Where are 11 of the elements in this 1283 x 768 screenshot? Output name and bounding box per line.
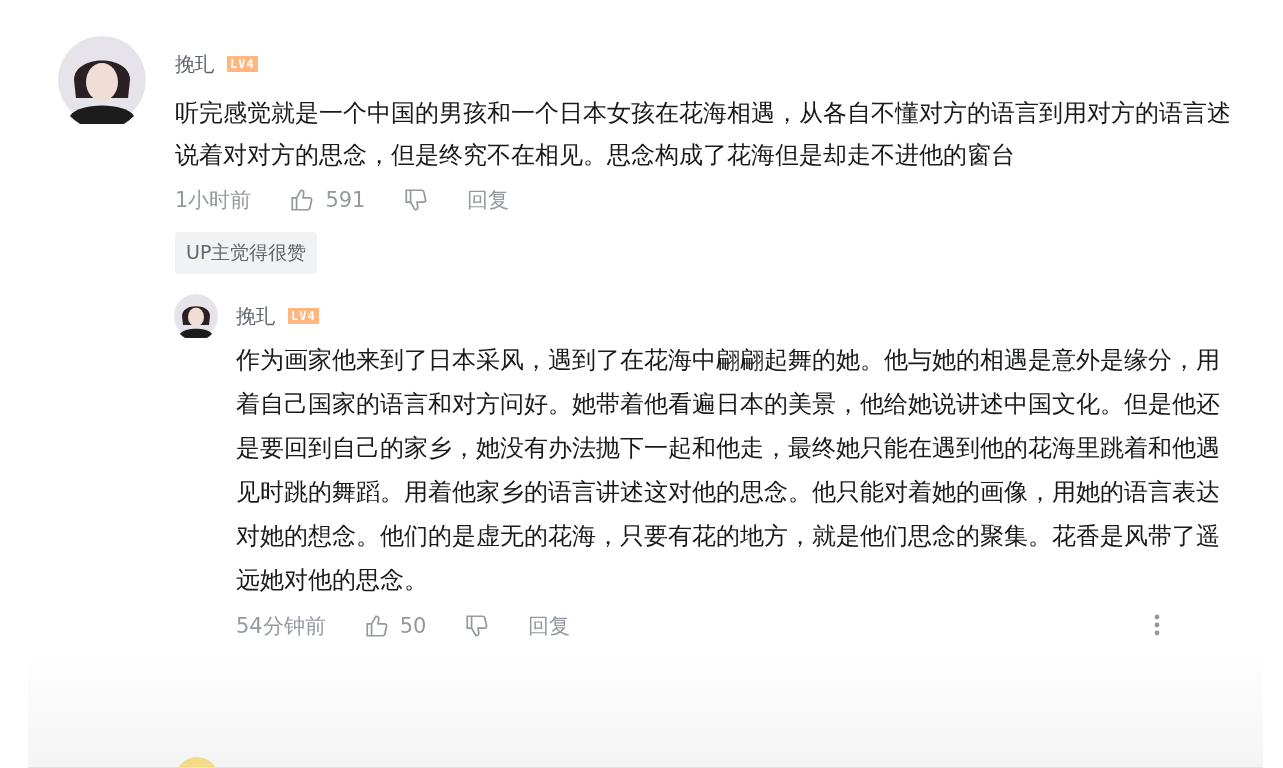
username[interactable]: 挽玌 [175, 50, 215, 78]
like-count: 591 [325, 188, 366, 212]
comment-text: 听完感觉就是一个中国的男孩和一个日本女孩在花海相遇，从各自不懂对方的语言到用对方的语言述说着对对方的思念，但是终究不在相见。思念构成了花海但是却走不进他的窗台 [175, 98, 1232, 171]
up-liked-tag: UP主觉得很赞 [175, 232, 318, 274]
reply-text: 作为画家他来到了日本采风，遇到了在花海中翩翩起舞的她。他与她的相遇是意外是缘分，用着自己国家的语言和对方问好。她带着他看遍日本的美景，他给她说讲述中国文化。但是他还是要回到自己的家乡，她没有办法抛下一起和他走，最终她只能在遇到他的花海里跳着和他遇见时跳的舞蹈。用着他家乡的语言讲述这对他的思念。他只能对着她的画像，用她的语言表达对她的想念。他们的是虚无的花海，只要有花的地方，就是他们思念的聚集。花香是风带了遥远她对他的思念。 [236, 345, 1221, 596]
username[interactable]: 挽玌 [236, 294, 276, 338]
timestamp: 1小时前 [175, 187, 252, 214]
level-badge: LV4 [227, 56, 258, 72]
level-badge: LV4 [288, 308, 319, 324]
timestamp: 54分钟前 [236, 613, 326, 640]
like-count: 50 [399, 613, 427, 640]
